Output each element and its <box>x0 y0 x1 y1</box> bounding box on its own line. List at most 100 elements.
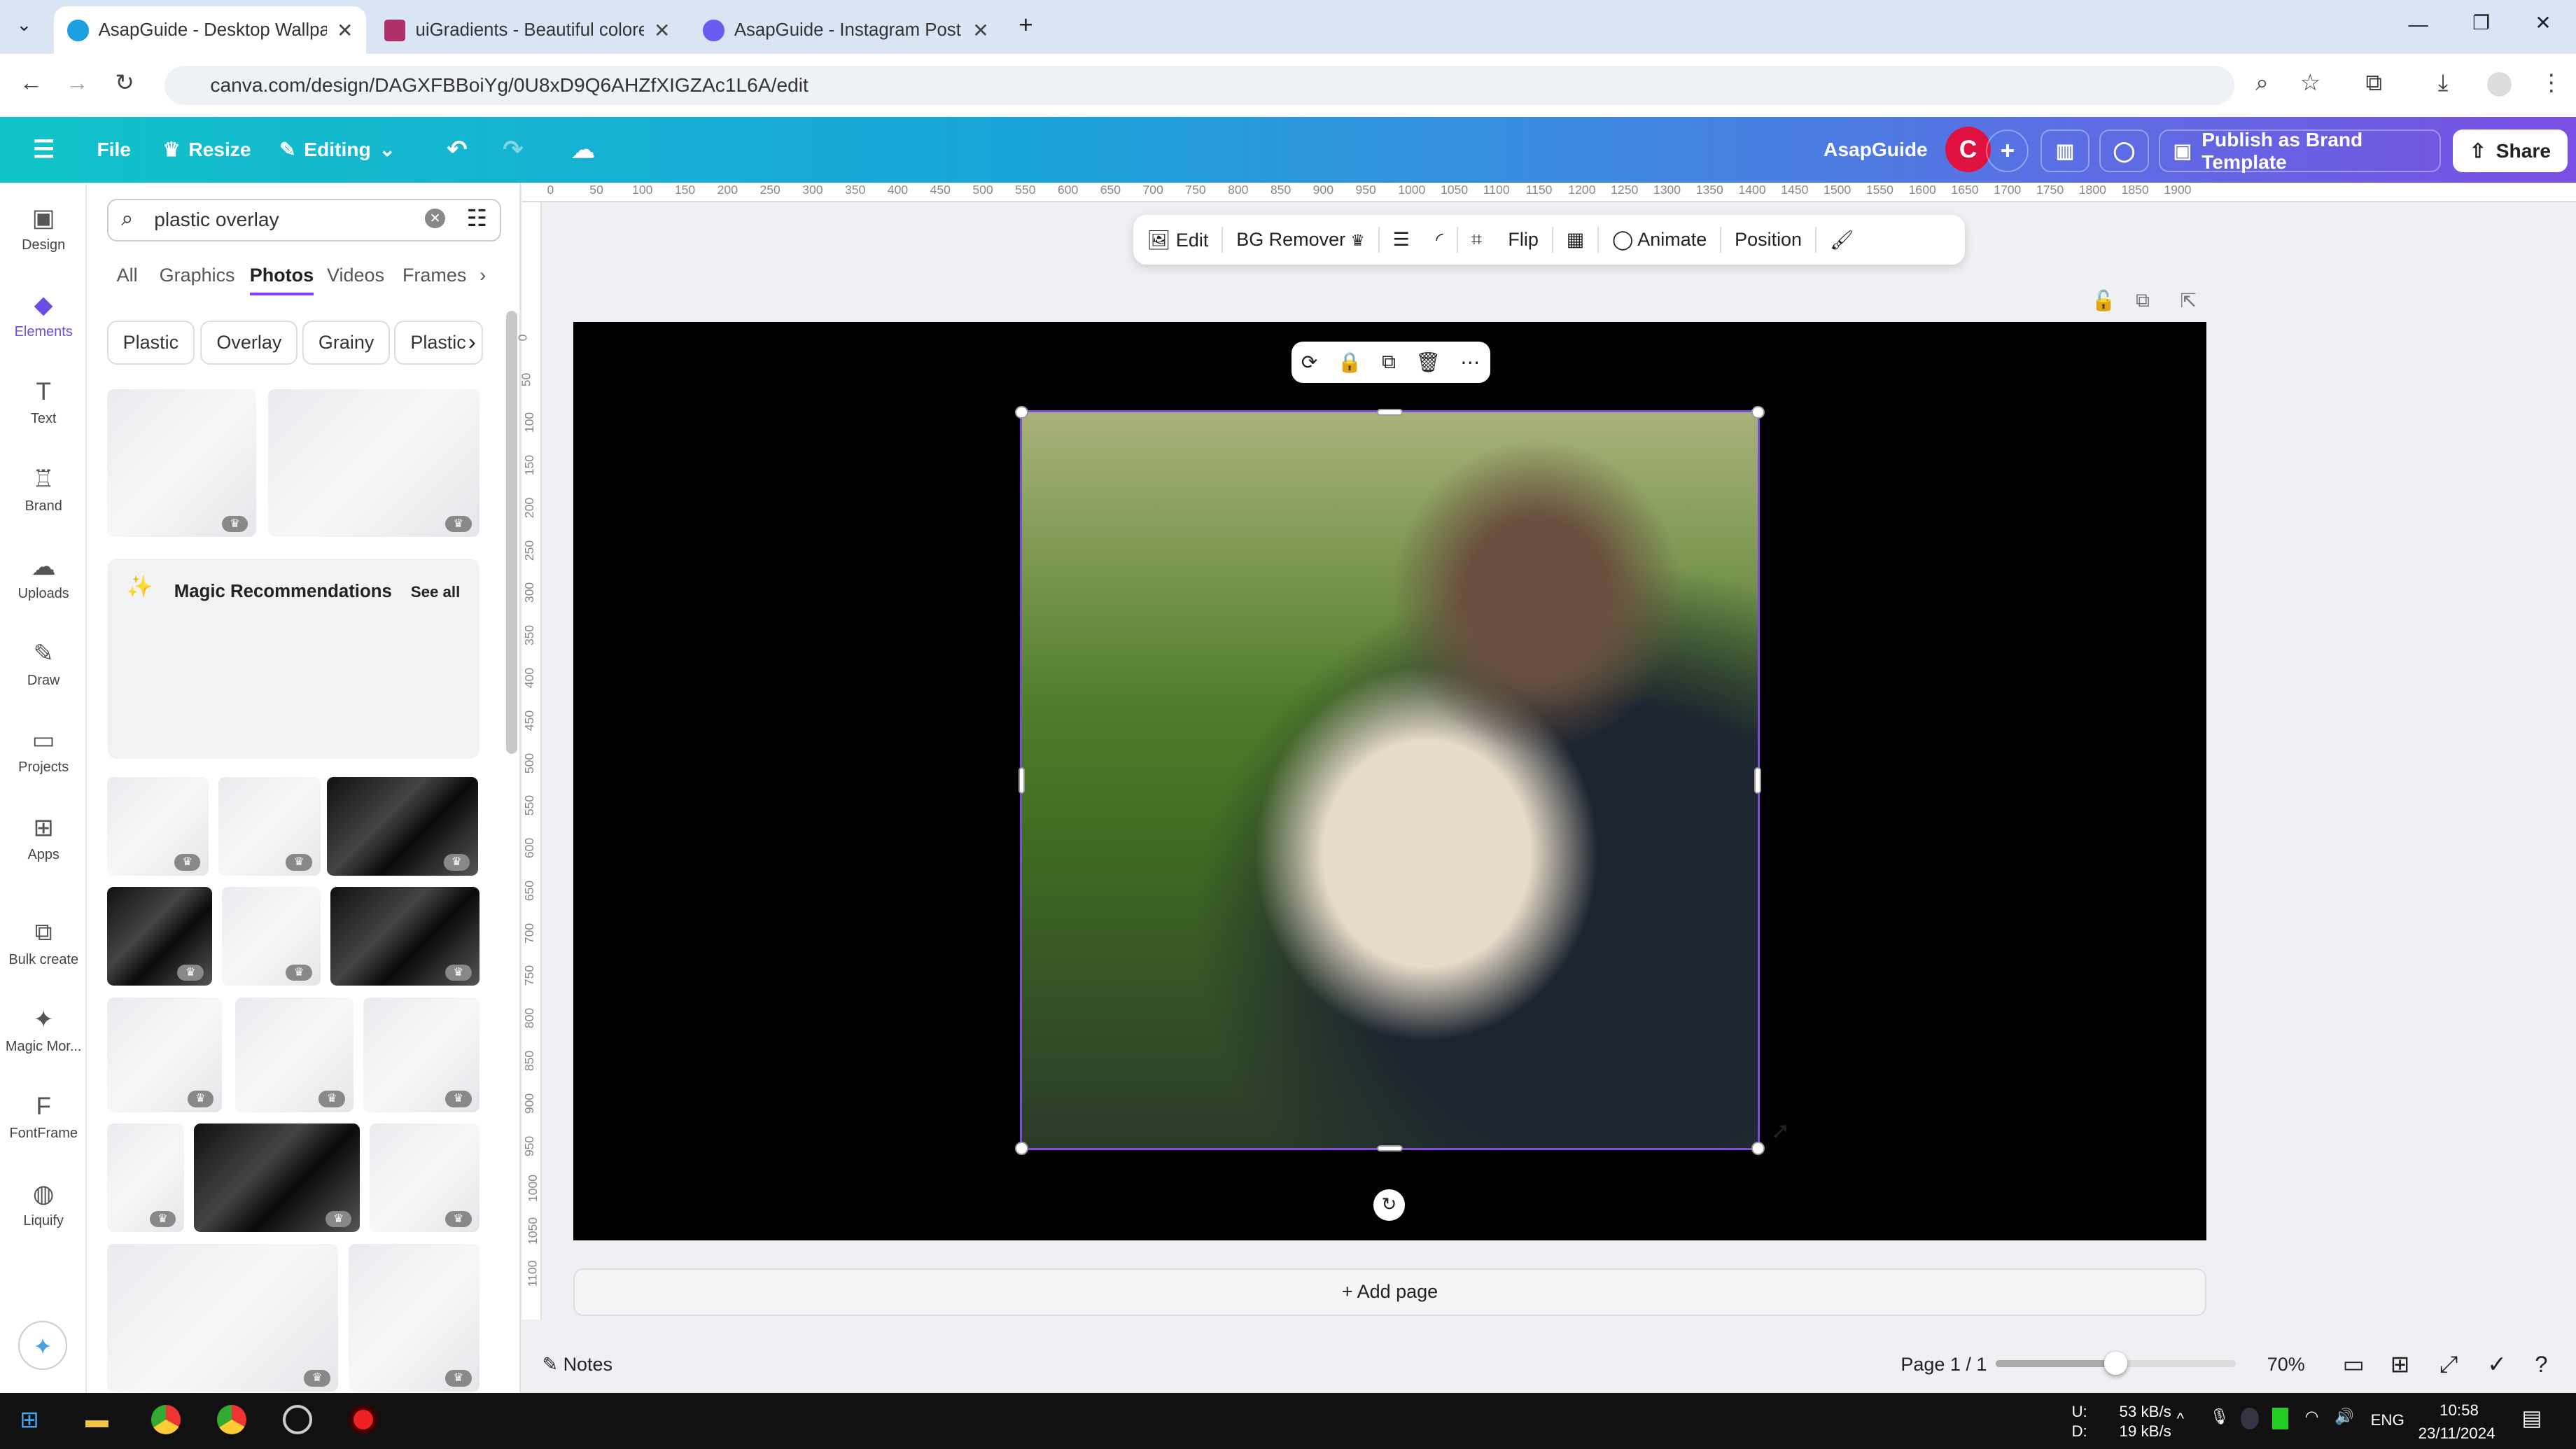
profile-avatar[interactable] <box>2487 72 2512 97</box>
editing-mode-dropdown[interactable]: ✎ Editing ⌄ <box>279 117 396 183</box>
copy-style-paint-roller-icon[interactable]: 🖌 <box>1816 229 1867 251</box>
zoom-percentage[interactable]: 70% <box>2267 1354 2305 1376</box>
sidebar-item-magic-mor[interactable]: ✦ Magic Mor... <box>0 1005 87 1055</box>
sidebar-item-uploads[interactable]: ☁ Uploads <box>0 552 87 602</box>
close-window-icon[interactable]: ✕ <box>2535 11 2552 34</box>
photo-thumbnail[interactable]: ♛ <box>330 887 480 986</box>
back-icon[interactable]: ← <box>20 69 43 96</box>
tray-app-icon[interactable] <box>2241 1408 2259 1429</box>
sidebar-item-text[interactable]: T Text <box>0 378 87 427</box>
photo-thumbnail[interactable]: ♛ <box>363 997 480 1112</box>
zoom-slider-thumb[interactable] <box>2104 1352 2128 1376</box>
rotate-refresh-icon[interactable]: ⟳ <box>1301 351 1318 374</box>
grid-view-icon[interactable]: ⊞ <box>2390 1351 2410 1378</box>
tab-uigradients[interactable]: uiGradients - Beautiful colored ✕ <box>371 6 683 54</box>
notes-button[interactable]: ✎ Notes <box>542 1354 612 1376</box>
sidebar-item-elements[interactable]: ◆ Elements <box>0 290 87 340</box>
photo-thumbnail[interactable]: ♛ <box>193 1124 360 1233</box>
tab-graphics[interactable]: Graphics <box>160 265 235 286</box>
redo-icon[interactable]: ↷ <box>503 117 523 183</box>
resize-edge-handle[interactable] <box>1376 409 1404 416</box>
magic-assistant-icon[interactable]: ✦ <box>18 1320 68 1371</box>
sidebar-item-bulk-create[interactable]: ⧉ Bulk create <box>0 918 87 968</box>
filter-sliders-icon[interactable]: ☷ <box>467 205 487 232</box>
tabs-scroll-right-icon[interactable]: › <box>479 265 486 286</box>
crop-icon[interactable]: ⌗ <box>1458 229 1495 251</box>
zoom-slider[interactable] <box>1996 1352 2236 1376</box>
bg-remover-button[interactable]: BG Remover ♛ <box>1223 229 1378 251</box>
sidebar-item-design[interactable]: ▣ Design <box>0 204 87 253</box>
resize-corner-handle[interactable] <box>1015 1142 1029 1155</box>
avatar[interactable]: C <box>1945 126 1991 173</box>
tab-list-chevron-icon[interactable]: ⌄ <box>16 15 31 36</box>
file-menu[interactable]: File <box>97 117 131 183</box>
rotate-handle-icon[interactable]: ↻ <box>1373 1189 1405 1221</box>
photo-thumbnail[interactable]: ♛ <box>218 777 321 876</box>
file-explorer-icon[interactable]: ▬ <box>85 1406 108 1433</box>
flip-button[interactable]: Flip <box>1495 229 1552 251</box>
duplicate-icon[interactable]: ⧉ <box>1382 351 1396 374</box>
forward-icon[interactable]: → <box>66 69 89 96</box>
download-icon[interactable]: ⤓ <box>2438 69 2449 97</box>
delete-trash-icon[interactable]: 🗑 <box>1415 351 1441 374</box>
sidebar-item-draw[interactable]: ✎ Draw <box>0 639 87 689</box>
check-circle-icon[interactable]: ✓ <box>2487 1351 2507 1378</box>
close-tab-icon[interactable]: ✕ <box>972 19 989 42</box>
clock-time[interactable]: 10:58 <box>2440 1401 2479 1420</box>
more-options-icon[interactable]: ⋯ <box>1460 351 1480 374</box>
resize-edge-handle[interactable] <box>1754 767 1761 794</box>
close-tab-icon[interactable]: ✕ <box>654 19 671 42</box>
volume-icon[interactable]: 🔊 <box>2334 1408 2354 1426</box>
browser-menu-icon[interactable]: ⋮ <box>2540 69 2563 96</box>
new-tab-icon[interactable]: + <box>1018 11 1033 39</box>
resize-edge-handle[interactable] <box>1018 767 1026 794</box>
sidebar-item-brand[interactable]: ♖ Brand <box>0 465 87 514</box>
tab-instagram-post[interactable]: AsapGuide - Instagram Post ✕ <box>690 6 1002 54</box>
notifications-icon[interactable]: ▤ <box>2521 1406 2542 1431</box>
language-indicator[interactable]: ENG <box>2371 1411 2404 1429</box>
duplicate-page-icon[interactable]: ⧉ <box>2136 289 2150 312</box>
sidebar-item-apps[interactable]: ⊞ Apps <box>0 813 87 863</box>
minimize-icon[interactable]: — <box>2409 13 2428 36</box>
fullscreen-icon[interactable]: ⤢ <box>2440 1351 2458 1378</box>
edit-image-button[interactable]: 🖼 Edit <box>1133 229 1222 251</box>
invite-plus-button[interactable]: + <box>1986 130 2029 173</box>
add-page-button[interactable]: + Add page <box>573 1268 2206 1316</box>
comment-icon[interactable]: ◯ <box>2099 130 2149 173</box>
tab-asapguide-wallpaper[interactable]: AsapGuide - Desktop Wallpaper ✕ <box>54 6 367 55</box>
resize-corner-handle[interactable] <box>1751 405 1765 419</box>
close-tab-icon[interactable]: ✕ <box>337 19 354 42</box>
photo-thumbnail[interactable]: ♛ <box>106 1243 339 1392</box>
tray-chevron-icon[interactable]: ^ <box>2177 1410 2184 1428</box>
transparency-icon[interactable]: ▦ <box>1553 229 1597 251</box>
publish-brand-template-button[interactable]: ▣ Publish as Brand Template <box>2158 129 2442 173</box>
chips-scroll-right-icon[interactable]: › <box>468 328 476 355</box>
windows-start-icon[interactable]: ⊞ <box>20 1406 39 1433</box>
resize-edge-handle[interactable] <box>1376 1144 1404 1152</box>
photo-thumbnail[interactable]: ♛ <box>327 777 478 876</box>
selected-photo-woman-with-puppy[interactable] <box>1019 410 1760 1151</box>
bookmark-star-icon[interactable]: ☆ <box>2300 69 2320 96</box>
tab-photos[interactable]: Photos <box>249 265 314 296</box>
see-all-link[interactable]: See all <box>411 583 461 601</box>
restore-icon[interactable]: ❐ <box>2472 11 2490 34</box>
photo-thumbnail[interactable]: ♛ <box>106 887 212 986</box>
microphone-icon[interactable]: 🎙 <box>2210 1408 2230 1426</box>
tab-all[interactable]: All <box>117 265 138 286</box>
zoom-icon[interactable]: ⌕ <box>2255 69 2268 97</box>
photo-thumbnail[interactable]: ♛ <box>234 997 354 1112</box>
position-button[interactable]: Position <box>1721 229 1814 251</box>
tab-videos[interactable]: Videos <box>327 265 384 286</box>
sidebar-item-liquify[interactable]: ◍ Liquify <box>0 1180 87 1229</box>
chrome-active-icon[interactable] <box>216 1404 247 1434</box>
sidebar-item-projects[interactable]: ▭ Projects <box>0 726 87 776</box>
corner-rounding-icon[interactable]: ◜ <box>1423 229 1457 251</box>
photo-thumbnail[interactable]: ♛ <box>106 1124 184 1233</box>
reload-icon[interactable]: ↻ <box>115 69 134 96</box>
sidebar-item-fontframe[interactable]: F FontFrame <box>0 1093 87 1142</box>
extensions-icon[interactable]: ⧉ <box>2366 69 2382 97</box>
clock-app-icon[interactable] <box>282 1404 312 1434</box>
lock-page-icon[interactable]: 🔓 <box>2092 289 2116 312</box>
share-button[interactable]: ⇧ Share <box>2452 130 2568 173</box>
search-input[interactable]: ⌕ plastic overlay ✕ <box>106 198 501 241</box>
